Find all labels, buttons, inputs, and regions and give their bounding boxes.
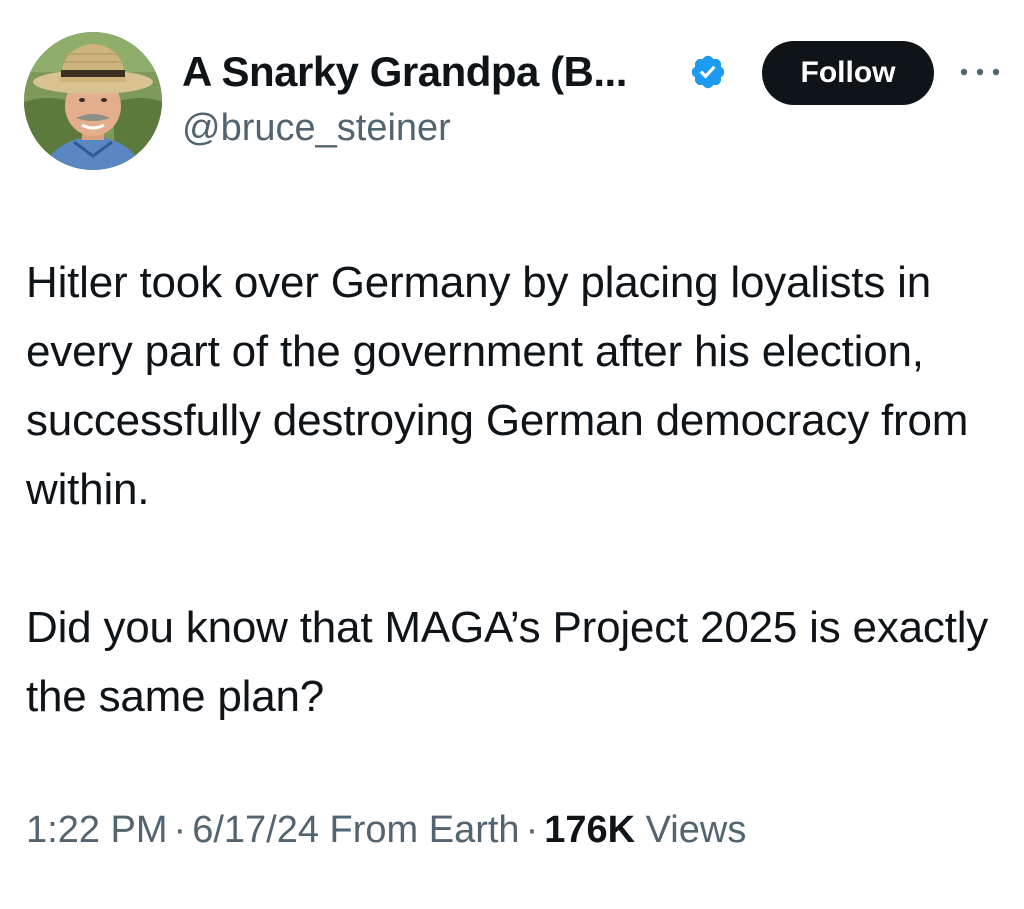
tweet-paragraph: Did you know that MAGA’s Project 2025 is…	[26, 603, 989, 721]
more-horizontal-icon[interactable]	[958, 62, 1002, 82]
verified-badge-icon	[691, 55, 725, 89]
avatar-photo-icon	[24, 32, 162, 170]
tweet-card: A Snarky Grandpa (B... @bruce_steiner Fo…	[0, 0, 1024, 909]
tweet-paragraph: Hitler took over Germany by placing loya…	[26, 258, 969, 514]
tweet-meta: 1:22 PM · 6/17/24 From Earth · 176K Views	[26, 804, 746, 856]
follow-button[interactable]: Follow	[762, 41, 934, 105]
meta-separator: ·	[173, 809, 187, 851]
views-label[interactable]: Views	[646, 809, 747, 851]
views-count[interactable]: 176K	[544, 809, 635, 851]
tweet-time[interactable]: 1:22 PM	[26, 809, 168, 851]
author-display-name[interactable]: A Snarky Grandpa (B...	[182, 46, 627, 98]
author-handle[interactable]: @bruce_steiner	[182, 104, 451, 152]
tweet-text: Hitler took over Germany by placing loya…	[26, 248, 1001, 731]
tweet-date-source[interactable]: 6/17/24 From Earth	[192, 809, 519, 851]
author-avatar[interactable]	[24, 32, 162, 170]
meta-separator: ·	[525, 809, 539, 851]
